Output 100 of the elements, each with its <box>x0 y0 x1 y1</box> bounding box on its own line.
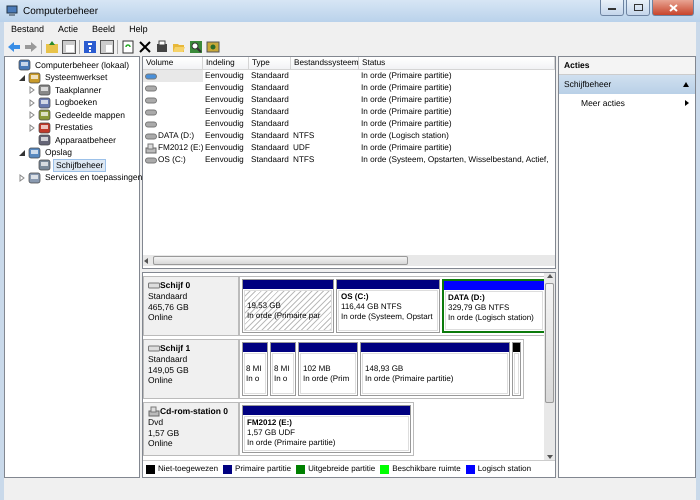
expand-arrow-icon[interactable] <box>28 111 36 120</box>
partition-block[interactable]: DATA (D:) 329,79 GB NTFS In orde (Logisch station) <box>442 279 546 333</box>
table-cell-text: UDF <box>292 142 311 154</box>
partition-block[interactable]: OS (C:) 116,44 GB NTFS In orde (Systeem, Opstart <box>336 279 440 333</box>
horizontal-scrollbar[interactable] <box>143 255 555 266</box>
delete-icon[interactable] <box>138 40 152 54</box>
tree-node-icon <box>38 134 51 146</box>
disk-type: Standaard <box>148 291 188 302</box>
section-label: Schijfbeheer <box>564 78 612 90</box>
maximize-button[interactable] <box>626 0 650 16</box>
minimize-button[interactable] <box>600 0 624 16</box>
tree-node-icon <box>38 109 51 122</box>
column-header[interactable]: Indeling <box>203 57 249 70</box>
tree-node-icon <box>28 146 41 159</box>
partition-block[interactable]: 102 MB In orde (Prim <box>298 342 358 396</box>
vertical-scrollbar[interactable] <box>544 273 555 460</box>
partition-detail: In o <box>246 374 260 384</box>
cd-drive-icon <box>148 406 160 417</box>
partition-block[interactable]: FM2012 (E:) 1,57 GB UDF In orde (Primaire partitie) <box>242 405 411 453</box>
tree-item[interactable]: Computerbeheer (lokaal) <box>33 60 132 71</box>
tree-item[interactable]: Systeemwerkset <box>43 72 110 84</box>
table-cell-text: Eenvoudig <box>204 154 245 166</box>
refresh-icon[interactable] <box>121 40 135 54</box>
action-item[interactable]: Meer acties <box>559 94 695 112</box>
tree-item[interactable]: Services en toepassingen <box>43 172 144 184</box>
panel-icon[interactable] <box>100 40 114 54</box>
panel-icon[interactable] <box>62 40 76 54</box>
table-cell-text: Eenvoudig <box>204 82 245 94</box>
partition-detail: 102 MB <box>303 364 332 374</box>
table-cell-text: Eenvoudig <box>204 94 245 106</box>
partition-block[interactable]: 8 MI In o <box>270 342 296 396</box>
partition-detail: In orde (Logisch station) <box>448 313 535 323</box>
tree-item[interactable]: Logboeken <box>53 97 100 108</box>
partition-detail: 329,79 GB NTFS <box>448 303 510 313</box>
tree-item[interactable]: Opslag <box>43 147 74 158</box>
magnifier-icon[interactable] <box>189 40 203 54</box>
table-cell-text: Standaard <box>250 118 290 130</box>
tree-item[interactable]: Apparaatbeheer <box>53 134 118 146</box>
column-header[interactable]: Status <box>359 57 555 70</box>
table-cell-text: In orde (Primaire partitie) <box>360 82 453 94</box>
menu-item[interactable]: Beeld <box>85 22 122 37</box>
partition-detail: In orde (Prim <box>303 374 350 384</box>
disk-info-panel[interactable]: Schijf 0 Standaard 465,76 GB Online <box>143 276 239 336</box>
tree-item[interactable]: Gedeelde mappen <box>53 110 127 121</box>
tree-node-icon <box>38 84 51 96</box>
partition-block[interactable] <box>512 342 521 396</box>
partition-block[interactable]: 19,53 GB In orde (Primaire par <box>242 279 334 333</box>
tree-item[interactable]: Taakplanner <box>53 84 104 96</box>
scroll-left-arrow-icon[interactable] <box>143 256 149 264</box>
column-header[interactable]: Type <box>249 57 291 70</box>
table-cell-text: Eenvoudig <box>204 142 245 154</box>
legend-label: Primaire partitie <box>235 463 292 475</box>
partition-block[interactable]: 148,93 GB In orde (Primaire partitie) <box>360 342 510 396</box>
collapse-arrow-icon[interactable] <box>682 80 690 88</box>
partition-detail: 148,93 GB <box>365 364 404 374</box>
collapse-arrow-icon[interactable] <box>18 74 26 82</box>
legend-label: Uitgebreide partitie <box>308 463 376 475</box>
expand-arrow-icon[interactable] <box>28 98 36 107</box>
column-header[interactable]: Volume <box>143 57 203 70</box>
disk-status: Online <box>148 312 174 322</box>
tree-node-icon <box>18 59 31 72</box>
back-arrow-icon[interactable] <box>7 40 21 54</box>
close-button[interactable] <box>652 0 694 16</box>
partition-name: DATA (D:) <box>448 293 486 303</box>
partition-block[interactable]: 8 MI In o <box>242 342 268 396</box>
scrollbar-thumb[interactable] <box>545 283 554 403</box>
expand-arrow-icon[interactable] <box>18 174 26 182</box>
partition-detail: 8 MI <box>246 364 263 374</box>
table-cell-text: NTFS <box>292 154 316 166</box>
disk-info-panel[interactable]: Schijf 1 Standaard 149,05 GB Online <box>143 339 239 399</box>
tree-item[interactable]: Schijfbeheer <box>53 158 106 172</box>
table-cell-text: Eenvoudig <box>204 130 245 142</box>
partition-detail: 116,44 GB NTFS <box>341 302 403 312</box>
table-cell-text: Eenvoudig <box>204 106 245 118</box>
scroll-up-arrow-icon[interactable] <box>546 273 554 279</box>
submenu-arrow-icon[interactable] <box>684 98 690 107</box>
disk-size: 149,05 GB <box>148 364 190 375</box>
scrollbar-thumb[interactable] <box>153 256 408 265</box>
table-cell-text: Standaard <box>250 106 290 118</box>
partition-detail: 19,53 GB <box>247 301 282 311</box>
collapse-arrow-icon[interactable] <box>18 148 26 157</box>
expand-arrow-icon[interactable] <box>28 124 36 132</box>
expand-arrow-icon[interactable] <box>28 86 36 94</box>
partition-detail: In orde (Primaire partitie) <box>247 438 336 448</box>
scroll-down-arrow-icon[interactable] <box>546 454 554 460</box>
legend-label: Logisch station <box>478 463 532 475</box>
table-cell-text: In orde (Systeem, Opstarten, Wisselbestand, Actief, <box>360 154 550 166</box>
menu-item[interactable]: Help <box>122 22 155 37</box>
menu-item[interactable]: Bestand <box>4 22 52 37</box>
menu-item[interactable]: Actie <box>51 22 86 37</box>
table-cell-text: Standaard <box>250 142 290 154</box>
disk-status: Online <box>148 438 174 448</box>
disk-info-panel[interactable]: Cd-rom-station 0 Dvd 1,57 GB Online <box>143 402 239 456</box>
partition-name: FM2012 (E:) <box>247 418 293 428</box>
disk-name: Schijf 0 <box>160 280 190 291</box>
volume-name: OS (C:) <box>158 154 186 166</box>
tree-item[interactable]: Prestaties <box>53 122 95 134</box>
column-header[interactable]: Bestandssysteem <box>291 57 359 70</box>
actions-section-header[interactable]: Schijfbeheer <box>559 74 695 94</box>
folder-up-icon[interactable] <box>45 40 59 54</box>
